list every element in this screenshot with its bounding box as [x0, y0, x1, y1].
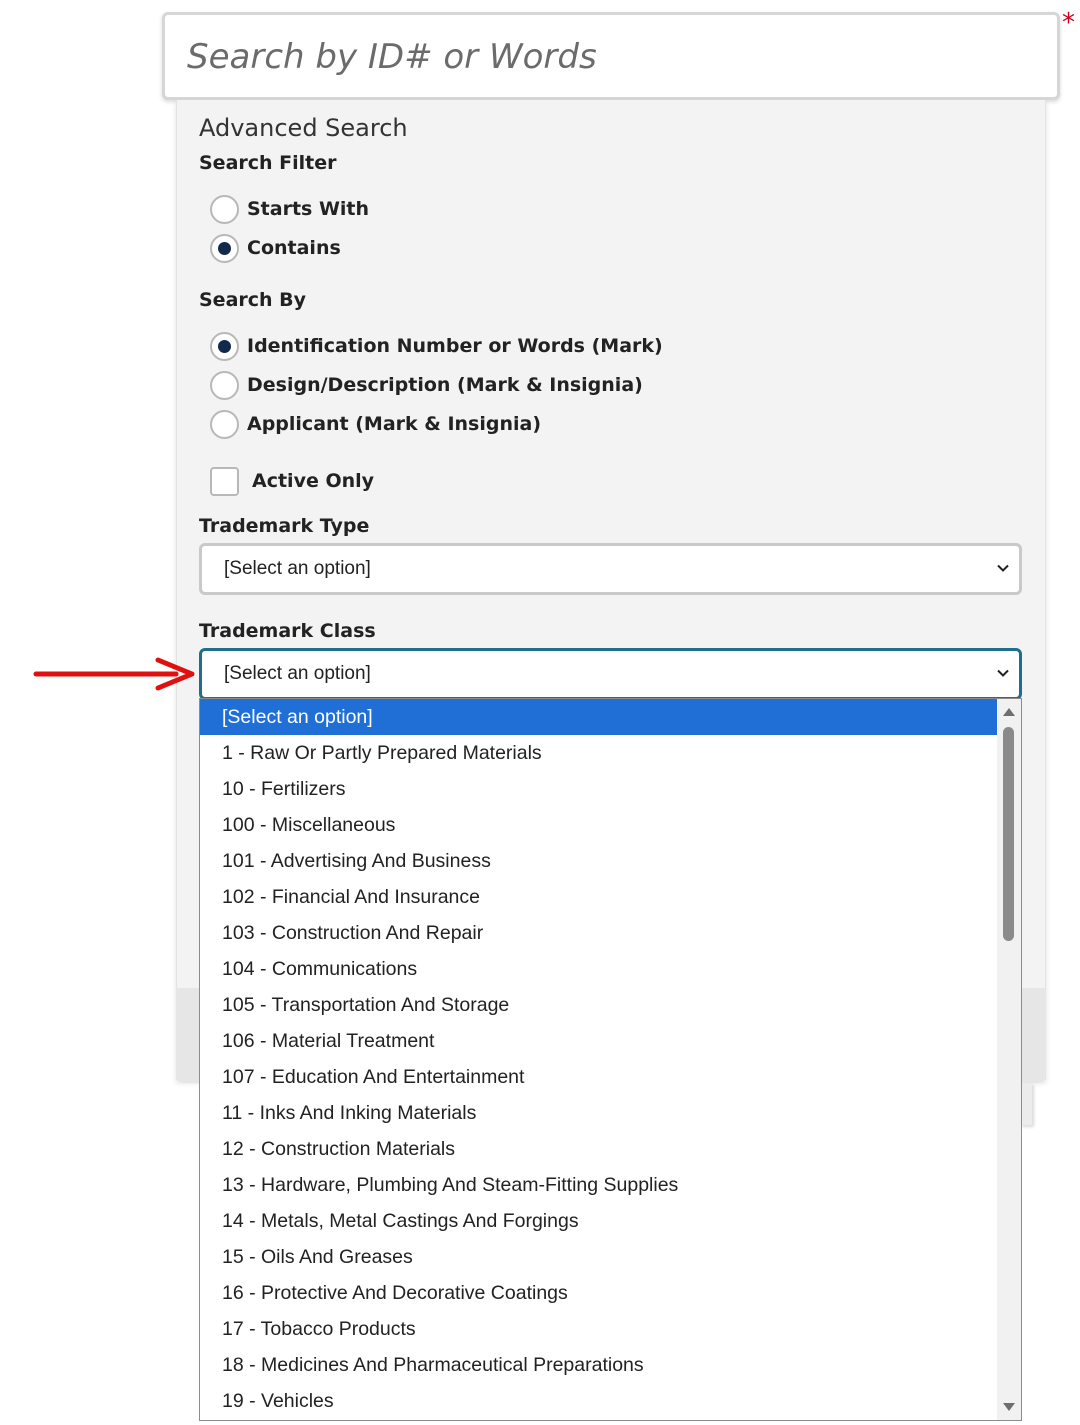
dropdown-option[interactable]: 19 - Vehicles: [200, 1383, 997, 1419]
radio-button[interactable]: [210, 370, 239, 400]
radio-button[interactable]: [210, 233, 239, 263]
scroll-thumb[interactable]: [1003, 727, 1014, 941]
chevron-down-icon: [997, 669, 1009, 677]
dropdown-option[interactable]: 17 - Tobacco Products: [200, 1311, 997, 1347]
dropdown-option[interactable]: 103 - Construction And Repair: [200, 915, 997, 951]
radio-button[interactable]: [210, 331, 239, 361]
active-only-label: Active Only: [252, 470, 375, 492]
trademark-type-label: Trademark Type: [199, 515, 370, 537]
dropdown-option[interactable]: 1 - Raw Or Partly Prepared Materials: [200, 735, 997, 771]
dropdown-option[interactable]: 106 - Material Treatment: [200, 1023, 997, 1059]
trademark-class-dropdown[interactable]: [Select an option] 1 - Raw Or Partly Prep…: [199, 698, 1022, 1421]
radio-applicant[interactable]: Applicant (Mark & Insignia): [210, 409, 541, 439]
radio-design-description[interactable]: Design/Description (Mark & Insignia): [210, 370, 643, 400]
trademark-type-value: [Select an option]: [224, 558, 371, 579]
dropdown-option[interactable]: 107 - Education And Entertainment: [200, 1059, 997, 1095]
advanced-search-title: Advanced Search: [199, 114, 408, 142]
trademark-class-select[interactable]: [Select an option]: [199, 648, 1022, 700]
radio-contains[interactable]: Contains: [210, 233, 341, 263]
dropdown-option[interactable]: 12 - Construction Materials: [200, 1131, 997, 1167]
annotation-arrow-icon: [33, 657, 195, 691]
dropdown-option[interactable]: 18 - Medicines And Pharmaceutical Prepar…: [200, 1347, 997, 1383]
search-input[interactable]: [187, 33, 1027, 81]
dropdown-list: [Select an option] 1 - Raw Or Partly Prep…: [200, 699, 997, 1419]
scroll-down-icon[interactable]: [1001, 1400, 1017, 1414]
search-filter-label: Search Filter: [199, 152, 337, 174]
dropdown-option[interactable]: 11 - Inks And Inking Materials: [200, 1095, 997, 1131]
chevron-down-icon: [997, 564, 1009, 572]
dropdown-option[interactable]: 105 - Transportation And Storage: [200, 987, 997, 1023]
radio-label: Design/Description (Mark & Insignia): [247, 374, 643, 396]
dropdown-option[interactable]: 14 - Metals, Metal Castings And Forgings: [200, 1203, 997, 1239]
radio-label: Contains: [247, 237, 341, 259]
radio-button[interactable]: [210, 194, 239, 224]
dropdown-option[interactable]: [Select an option]: [200, 699, 997, 735]
required-marker: *: [1062, 8, 1075, 38]
dropdown-option[interactable]: 100 - Miscellaneous: [200, 807, 997, 843]
dropdown-option[interactable]: 16 - Protective And Decorative Coatings: [200, 1275, 997, 1311]
radio-label: Starts With: [247, 198, 370, 220]
dropdown-scrollbar[interactable]: [997, 699, 1021, 1420]
search-box: [162, 12, 1060, 100]
radio-label: Applicant (Mark & Insignia): [247, 413, 542, 435]
dropdown-option[interactable]: 102 - Financial And Insurance: [200, 879, 997, 915]
trademark-type-select[interactable]: [Select an option]: [199, 543, 1022, 595]
active-only-row[interactable]: Active Only: [210, 466, 374, 496]
radio-starts-with[interactable]: Starts With: [210, 194, 369, 224]
radio-label: Identification Number or Words (Mark): [247, 335, 663, 357]
radio-button[interactable]: [210, 409, 239, 439]
scroll-up-icon[interactable]: [1001, 705, 1017, 719]
dropdown-option[interactable]: 104 - Communications: [200, 951, 997, 987]
active-only-checkbox[interactable]: [210, 466, 239, 496]
dropdown-option[interactable]: 13 - Hardware, Plumbing And Steam-Fittin…: [200, 1167, 997, 1203]
trademark-class-value: [Select an option]: [224, 663, 371, 684]
dropdown-option[interactable]: 15 - Oils And Greases: [200, 1239, 997, 1275]
trademark-class-label: Trademark Class: [199, 620, 376, 642]
radio-identification-number[interactable]: Identification Number or Words (Mark): [210, 331, 663, 361]
dropdown-option[interactable]: 10 - Fertilizers: [200, 771, 997, 807]
search-by-label: Search By: [199, 289, 307, 311]
dropdown-option[interactable]: 101 - Advertising And Business: [200, 843, 997, 879]
